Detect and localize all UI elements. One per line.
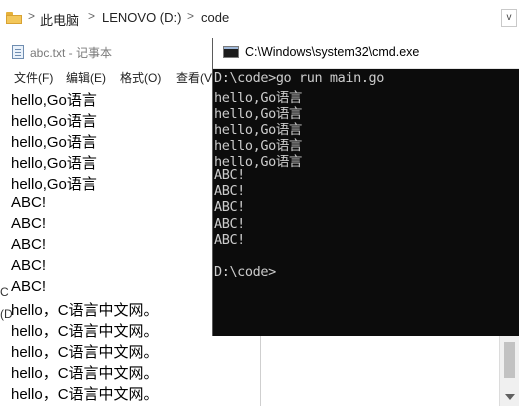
breadcrumb-code-folder[interactable]: code bbox=[201, 10, 229, 25]
chevron-right-icon: > bbox=[28, 9, 36, 23]
chevron-right-icon: > bbox=[187, 9, 195, 23]
console-prompt: D:\code> bbox=[214, 264, 276, 280]
text-line: hello，C语言中文网。 bbox=[11, 386, 159, 403]
menu-format[interactable]: 格式(O) bbox=[120, 69, 161, 86]
text-line: ABC! bbox=[11, 194, 47, 211]
menu-edit[interactable]: 编辑(E) bbox=[66, 69, 106, 86]
cmd-icon bbox=[223, 46, 239, 58]
text-line: hello,Go语言 bbox=[11, 92, 97, 109]
cmd-console[interactable]: D:\code>go run main.go hello,Go语言 hello,… bbox=[213, 69, 519, 336]
text-line: hello,Go语言 bbox=[11, 155, 97, 172]
notepad-icon bbox=[12, 45, 24, 59]
text-line: ABC! bbox=[11, 215, 47, 232]
cmd-titlebar[interactable]: C:\Windows\system32\cmd.exe bbox=[213, 38, 519, 69]
console-line: ABC! bbox=[214, 199, 245, 215]
address-dropdown-button[interactable]: v bbox=[501, 9, 517, 27]
cmd-window: C:\Windows\system32\cmd.exe D:\code>go r… bbox=[212, 38, 519, 336]
menu-file[interactable]: 文件(F) bbox=[14, 69, 53, 86]
console-line: ABC! bbox=[214, 167, 245, 183]
text-line: hello，C语言中文网。 bbox=[11, 302, 159, 319]
console-line: ABC! bbox=[214, 183, 245, 199]
breadcrumb-this-pc[interactable]: 此电脑 bbox=[40, 10, 79, 29]
text-line: ABC! bbox=[11, 236, 47, 253]
chevron-right-icon: > bbox=[88, 9, 96, 23]
text-line: hello，C语言中文网。 bbox=[11, 323, 159, 340]
text-line: hello，C语言中文网。 bbox=[11, 344, 159, 361]
explorer-address-bar: > 此电脑 > LENOVO (D:) > code v bbox=[0, 0, 519, 39]
scrollbar-thumb[interactable] bbox=[504, 342, 515, 378]
background-window-fragment: C bbox=[0, 285, 9, 299]
scroll-down-arrow-icon[interactable] bbox=[505, 394, 515, 400]
notepad-title: abc.txt - 记事本 bbox=[30, 46, 113, 60]
console-line: ABC! bbox=[214, 232, 245, 248]
text-line: ABC! bbox=[11, 257, 47, 274]
cmd-title: C:\Windows\system32\cmd.exe bbox=[245, 45, 420, 59]
text-line: hello，C语言中文网。 bbox=[11, 365, 159, 382]
folder-icon bbox=[6, 12, 22, 24]
console-line: D:\code>go run main.go bbox=[214, 70, 385, 86]
breadcrumb-drive[interactable]: LENOVO (D:) bbox=[102, 10, 181, 25]
text-line: hello,Go语言 bbox=[11, 134, 97, 151]
text-line: ABC! bbox=[11, 278, 47, 295]
scrollbar[interactable] bbox=[499, 336, 519, 406]
text-line: hello,Go语言 bbox=[11, 176, 97, 193]
background-window-fragment: (D bbox=[0, 307, 13, 321]
text-line: hello,Go语言 bbox=[11, 113, 97, 130]
console-line: ABC! bbox=[214, 216, 245, 232]
menu-view[interactable]: 查看(V bbox=[176, 69, 212, 86]
